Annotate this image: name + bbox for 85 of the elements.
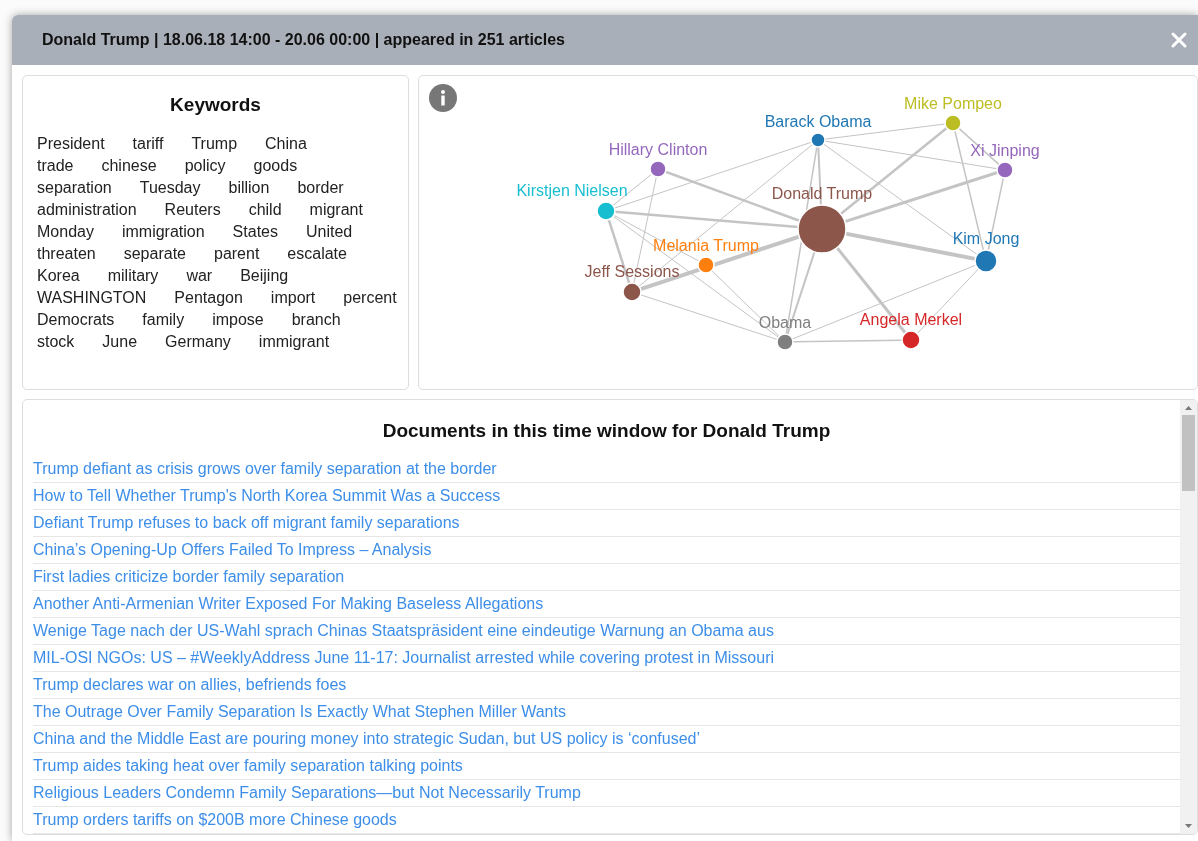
keyword: percent: [343, 288, 397, 307]
keyword: June: [102, 332, 138, 351]
node-label: Obama: [758, 314, 812, 331]
document-link[interactable]: MIL-OSI NGOs: US – #WeeklyAddress June 11-17: Journalist arrested while covering protest in Missouri: [33, 649, 775, 667]
keyword: administration: [37, 200, 137, 219]
node-label: Mike Pompeo: [904, 95, 1002, 112]
panel-title: Documents in this time window for Donald Trump: [381, 420, 832, 442]
keyword: border: [297, 178, 344, 197]
document-link[interactable]: How to Tell Whether Trump's North Korea Summit Was a Success: [33, 487, 501, 505]
graph-node[interactable]: [776, 333, 794, 351]
node-label: Barack Obama: [764, 113, 872, 130]
graph-node[interactable]: [649, 160, 667, 178]
keyword: separation: [37, 178, 112, 197]
graph-node[interactable]: [596, 201, 616, 221]
document-link[interactable]: The Outrage Over Family Separation Is Exactly What Stephen Miller Wants: [33, 703, 566, 721]
keyword: parent: [214, 244, 260, 263]
keyword: branch: [291, 310, 341, 329]
document-link[interactable]: Wenige Tage nach der US-Wahl sprach Chinas Staatspräsident eine eindeutige Warnung an Obama aus: [33, 622, 774, 640]
document-link[interactable]: Defiant Trump refuses to back off migrant family separations: [33, 514, 460, 532]
keyword: stock: [37, 332, 75, 351]
document-link[interactable]: China’s Opening-Up Offers Failed To Impress – Analysis: [33, 541, 432, 559]
keyword: Democrats: [37, 310, 115, 329]
keyword: import: [270, 288, 316, 307]
graph-node[interactable]: [974, 249, 998, 273]
keyword: Trump: [191, 134, 238, 153]
graph-node[interactable]: [622, 282, 642, 302]
keyword: migrant: [309, 200, 363, 219]
document-link[interactable]: Trump aides taking heat over family separation talking points: [33, 757, 463, 775]
document-link[interactable]: Trump declares war on allies, befriends foes: [33, 676, 347, 694]
document-link[interactable]: First ladies criticize border family separation: [33, 568, 345, 586]
keyword: China: [265, 134, 307, 153]
keyword: States: [232, 222, 278, 241]
document-link[interactable]: Religious Leaders Condemn Family Separations—but Not Necessarily Trump: [33, 784, 581, 802]
keyword: military: [107, 266, 159, 285]
keyword: war: [186, 266, 213, 285]
keyword: United: [305, 222, 353, 241]
node-label: Xi Jinping: [970, 142, 1040, 159]
keyword: immigration: [121, 222, 205, 241]
graph-node[interactable]: [810, 132, 826, 148]
node-label: Angela Merkel: [859, 311, 963, 328]
keyword: Reuters: [164, 200, 221, 219]
close-icon: [1170, 31, 1188, 49]
graph-node[interactable]: [697, 256, 715, 274]
graph-node[interactable]: [996, 161, 1014, 179]
keyword: chinese: [101, 156, 157, 175]
keyword: Germany: [165, 332, 231, 351]
keyword: Beijing: [240, 266, 289, 285]
keyword: tariff: [132, 134, 164, 153]
keyword: separate: [123, 244, 186, 263]
document-link[interactable]: Trump defiant as crisis grows over family separation at the border: [33, 460, 497, 478]
keyword: escalate: [287, 244, 347, 263]
dialog-title: Donald Trump | 18.06.18 14:00 - 20.06 00:00 | appeared in 251 articles: [42, 31, 566, 49]
scroll-down-icon[interactable]: [1184, 821, 1193, 830]
keyword: Korea: [37, 266, 80, 285]
graph-node[interactable]: [797, 204, 847, 254]
keyword: Monday: [37, 222, 94, 241]
keyword: child: [248, 200, 282, 219]
keyword: impose: [212, 310, 264, 329]
info-icon[interactable]: [429, 84, 457, 112]
graph-node[interactable]: [901, 330, 921, 350]
keyword: policy: [184, 156, 226, 175]
scrollbar-thumb[interactable]: [1182, 415, 1195, 491]
keyword: goods: [253, 156, 298, 175]
scroll-up-icon[interactable]: [1184, 404, 1193, 413]
keyword: trade: [37, 156, 74, 175]
keyword: billion: [228, 178, 270, 197]
node-label: Kim Jong: [952, 230, 1020, 247]
document-link[interactable]: Another Anti-Armenian Writer Exposed For Making Baseless Allegations: [33, 595, 544, 613]
panel-title: Keywords: [169, 94, 262, 116]
keyword: immigrant: [258, 332, 330, 351]
keyword: threaten: [37, 244, 96, 263]
scrollbar[interactable]: [1180, 400, 1197, 834]
node-label: Donald Trump: [771, 185, 873, 202]
node-label: Jeff Sessions: [584, 263, 680, 280]
keyword: Pentagon: [174, 288, 243, 307]
graph-node[interactable]: [944, 114, 962, 132]
node-label: Hillary Clinton: [608, 141, 708, 158]
keyword: family: [142, 310, 185, 329]
node-label: Kirstjen Nielsen: [516, 182, 628, 199]
keyword: Tuesday: [139, 178, 201, 197]
keyword: President: [37, 134, 105, 153]
document-link[interactable]: China and the Middle East are pouring money into strategic Sudan, but US policy is ‘confused’: [33, 730, 701, 748]
node-label: Melania Trump: [653, 237, 759, 254]
document-link[interactable]: Trump orders tariffs on $200B more Chinese goods: [33, 811, 397, 829]
keyword: WASHINGTON: [37, 288, 147, 307]
